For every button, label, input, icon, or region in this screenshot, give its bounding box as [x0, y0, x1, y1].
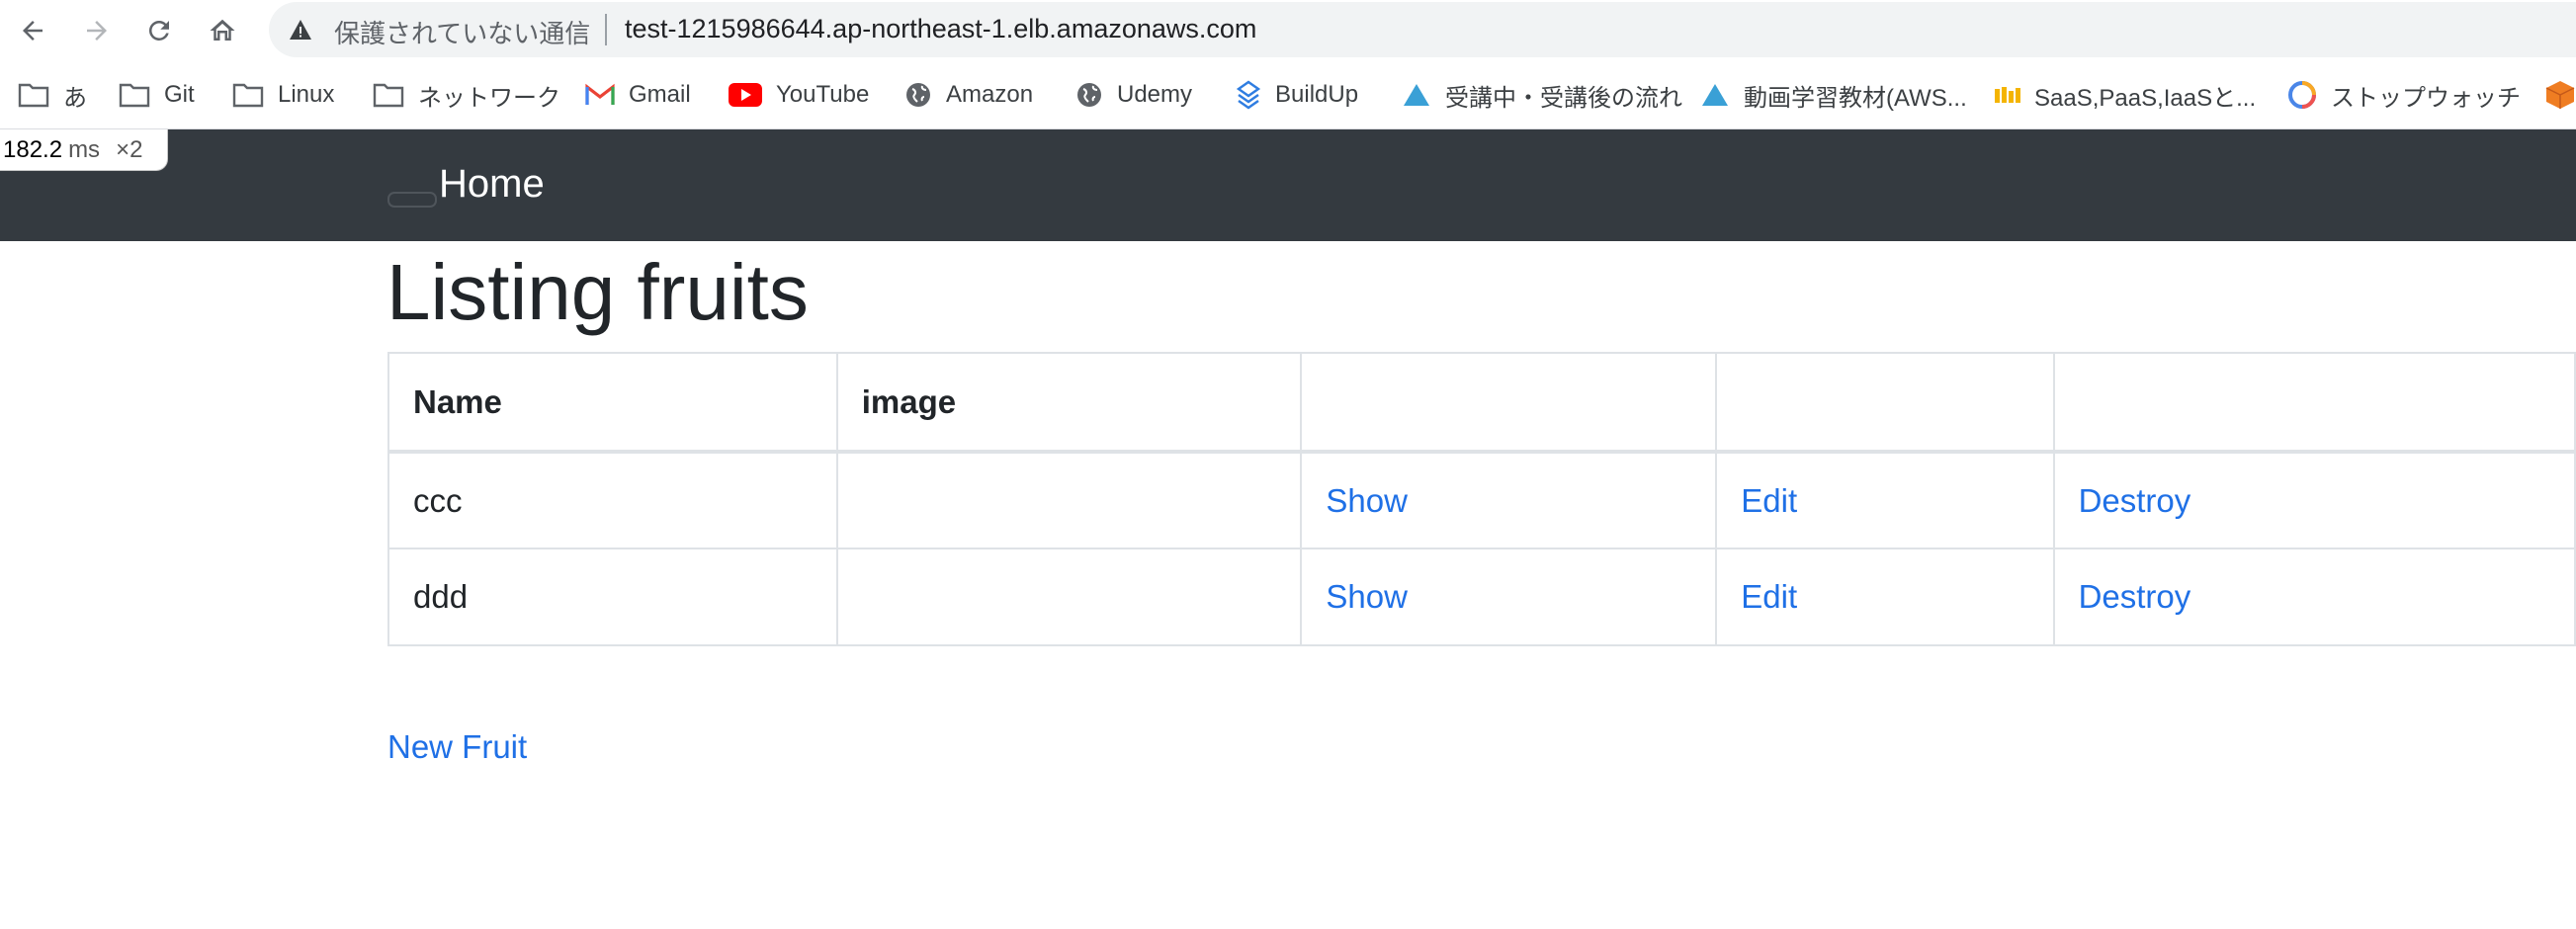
bookmark-git[interactable]: Git: [119, 77, 195, 113]
browser-toolbar: 保護されていない通信 test-1215986644.ap-northeast-…: [0, 0, 2576, 61]
edit-link[interactable]: Edit: [1741, 482, 1797, 519]
column-header-show: [1300, 352, 1718, 454]
bookmark-box[interactable]: [2544, 77, 2576, 113]
bookmark-label: SaaS,PaaS,IaaSと...: [2034, 84, 2257, 112]
triangle-icon: [1404, 84, 1429, 106]
fruit-name-cell: ddd: [387, 548, 838, 646]
forward-button[interactable]: [74, 8, 120, 53]
bookmarks-bar: あ Git Linux ネットワーク Gmail YouTube Amazon …: [0, 61, 2576, 129]
show-cell: Show: [1300, 451, 1718, 549]
warning-triangle-icon[interactable]: [289, 19, 312, 45]
bookmark-label: Udemy: [1117, 81, 1193, 108]
gmail-icon: [585, 83, 615, 105]
folder-icon: [119, 83, 150, 108]
security-status[interactable]: 保護されていない通信: [334, 14, 590, 50]
bookmark-youtube[interactable]: YouTube: [729, 77, 869, 113]
fruit-image-cell: [835, 451, 1303, 549]
bookmark-label: Gmail: [629, 81, 691, 108]
bookmark-label: Amazon: [946, 81, 1034, 108]
home-icon: [210, 19, 235, 41]
perf-badge: 182.2 ms ×2: [0, 129, 168, 171]
folder-icon: [18, 83, 49, 108]
bookmark-network[interactable]: ネットワーク: [373, 77, 560, 113]
page-title: Listing fruits: [386, 248, 809, 336]
bookmark-a[interactable]: あ: [18, 77, 87, 113]
bookmark-udemy[interactable]: Udemy: [1075, 77, 1192, 113]
show-cell: Show: [1300, 548, 1718, 646]
new-fruit-link[interactable]: New Fruit: [387, 728, 527, 766]
destroy-cell: Destroy: [2052, 548, 2576, 646]
fruit-name-cell: ccc: [387, 451, 838, 549]
buildup-icon: [1236, 80, 1261, 110]
fruit-image-cell: [835, 548, 1303, 646]
youtube-icon: [729, 83, 762, 107]
table-header-row: Name image: [387, 352, 2576, 454]
destroy-cell: Destroy: [2052, 451, 2576, 549]
reload-button[interactable]: [136, 8, 182, 53]
triangle-icon: [1702, 84, 1728, 106]
reload-icon: [148, 20, 169, 41]
column-header-destroy: [2052, 352, 2576, 454]
home-button[interactable]: [200, 8, 245, 53]
address-bar[interactable]: 保護されていない通信 test-1215986644.ap-northeast-…: [269, 2, 2576, 57]
address-divider: [605, 14, 607, 45]
box-icon: [2545, 81, 2575, 109]
url-text[interactable]: test-1215986644.ap-northeast-1.elb.amazo…: [625, 14, 1256, 44]
bookmark-course-flow[interactable]: 受講中・受講後の流れ: [1402, 77, 1682, 113]
navbar-toggler[interactable]: [387, 192, 437, 208]
show-link[interactable]: Show: [1326, 482, 1408, 519]
show-link[interactable]: Show: [1326, 578, 1408, 615]
fruits-table: Name image ccc Show Edit Destroy ddd Sho…: [387, 352, 2576, 646]
edit-link[interactable]: Edit: [1741, 578, 1797, 615]
perf-value: 182.2: [3, 135, 63, 163]
column-header-edit: [1715, 352, 2055, 454]
bookmark-label: BuildUp: [1275, 81, 1359, 108]
column-header-image: image: [835, 352, 1303, 454]
bookmark-amazon[interactable]: Amazon: [904, 77, 1033, 113]
table-row: ddd Show Edit Destroy: [387, 548, 2576, 646]
destroy-link[interactable]: Destroy: [2079, 578, 2191, 615]
perf-multiplier: ×2: [116, 135, 143, 163]
globe-icon: [1077, 83, 1101, 107]
bookmark-label: YouTube: [776, 81, 870, 108]
destroy-link[interactable]: Destroy: [2079, 482, 2191, 519]
bookmark-label: Linux: [278, 81, 335, 108]
bookmark-label: あ: [63, 84, 87, 112]
arrow-left-icon: [23, 21, 43, 41]
bookmark-video-aws[interactable]: 動画学習教材(AWS...: [1700, 77, 1967, 113]
edit-cell: Edit: [1715, 451, 2055, 549]
bookmark-label: 動画学習教材(AWS...: [1744, 84, 1967, 112]
globe-icon: [906, 83, 930, 107]
back-button[interactable]: [10, 8, 55, 53]
app-navbar: Home: [0, 129, 2576, 241]
folder-icon: [232, 83, 264, 108]
arrow-right-icon: [87, 21, 107, 41]
bookmark-label: Git: [164, 81, 195, 108]
bookmark-gmail[interactable]: Gmail: [585, 77, 691, 113]
bookmark-stopwatch[interactable]: ストップウォッチ: [2287, 77, 2521, 113]
stopwatch-icon: [2288, 81, 2316, 109]
bookmark-linux[interactable]: Linux: [232, 77, 334, 113]
perf-unit: ms: [68, 135, 101, 163]
folder-icon: [373, 83, 404, 108]
bars-icon: [1995, 87, 2020, 103]
bookmark-buildup[interactable]: BuildUp: [1236, 77, 1358, 113]
bookmark-label: ネットワーク: [418, 84, 560, 112]
bookmark-label: ストップウォッチ: [2331, 84, 2521, 112]
edit-cell: Edit: [1715, 548, 2055, 646]
column-header-name: Name: [387, 352, 838, 454]
bookmark-saas[interactable]: SaaS,PaaS,IaaSと...: [1995, 77, 2256, 113]
bookmark-label: 受講中・受講後の流れ: [1445, 84, 1682, 112]
table-row: ccc Show Edit Destroy: [387, 451, 2576, 549]
nav-home-link[interactable]: Home: [439, 162, 545, 207]
